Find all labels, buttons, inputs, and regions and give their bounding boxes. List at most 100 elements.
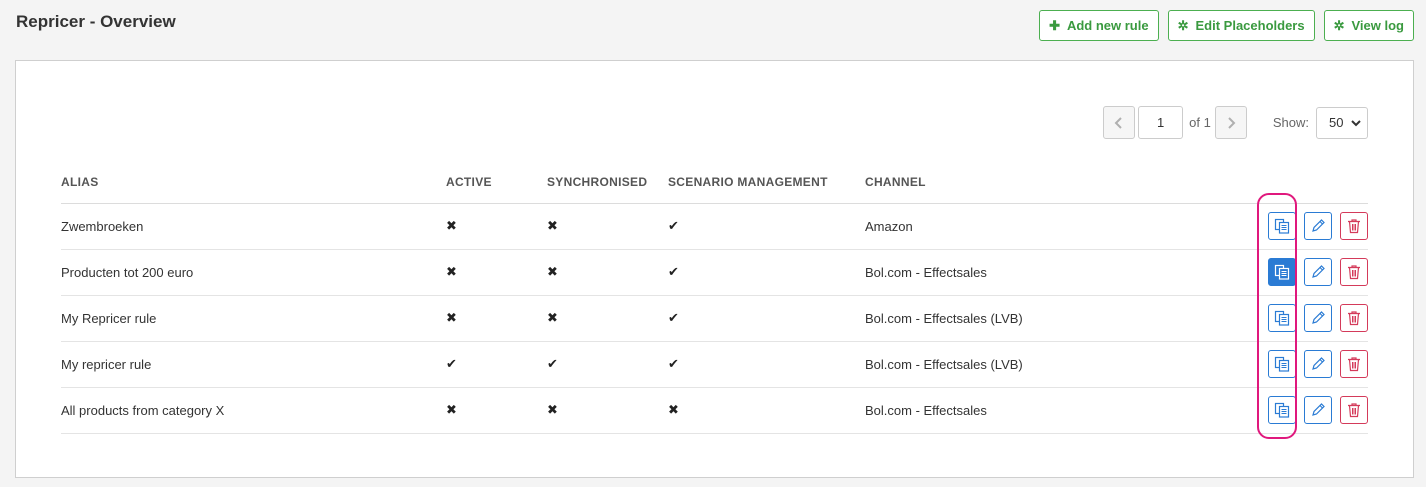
trash-icon	[1348, 403, 1360, 418]
active-cell: ✖	[446, 249, 547, 296]
channel-cell: Bol.com - Effectsales (LVB)	[865, 341, 1245, 388]
alias-cell: All products from category X	[61, 387, 446, 434]
column-header-synchronised[interactable]: SYNCHRONISED	[547, 161, 668, 204]
active-cell: ✖	[446, 295, 547, 342]
delete-rule-button[interactable]	[1340, 304, 1368, 332]
actions-cell	[1245, 387, 1368, 434]
row-actions	[1245, 350, 1368, 378]
pagination: of 1 Show: 50	[1103, 106, 1368, 139]
scenario-management-cell: ✔	[668, 341, 865, 388]
table-row: Zwembroeken ✖ ✖ ✔ Amazon	[61, 203, 1368, 250]
trash-icon	[1348, 265, 1360, 280]
scenario-management-cell: ✔	[668, 295, 865, 342]
prev-page-button[interactable]	[1103, 106, 1136, 139]
copy-icon	[1274, 218, 1290, 234]
synchronised-cell: ✔	[547, 341, 668, 388]
pencil-icon	[1312, 219, 1325, 232]
copy-rule-button[interactable]	[1268, 350, 1296, 378]
row-actions	[1245, 212, 1368, 240]
pencil-icon	[1312, 311, 1325, 324]
delete-rule-button[interactable]	[1340, 212, 1368, 240]
channel-cell: Amazon	[865, 203, 1245, 250]
synchronised-cell: ✖	[547, 203, 668, 250]
alias-cell: My repricer rule	[61, 341, 446, 388]
pencil-icon	[1312, 357, 1325, 370]
edit-rule-button[interactable]	[1304, 350, 1332, 378]
scenario-management-cell: ✖	[668, 387, 865, 434]
copy-rule-button[interactable]	[1268, 304, 1296, 332]
row-actions	[1245, 304, 1368, 332]
synchronised-cell: ✖	[547, 249, 668, 296]
view-log-button[interactable]: ✲ View log	[1323, 10, 1414, 41]
view-log-label: View log	[1351, 18, 1405, 33]
edit-rule-button[interactable]	[1304, 212, 1332, 240]
table-row: My repricer rule ✔ ✔ ✔ Bol.com - Effects…	[61, 341, 1368, 388]
actions-cell	[1245, 203, 1368, 250]
page-number-input[interactable]	[1138, 106, 1184, 139]
synchronised-cell: ✖	[547, 387, 668, 434]
page-title: Repricer - Overview	[16, 12, 176, 31]
add-new-rule-button[interactable]: ✚ Add new rule	[1039, 10, 1159, 41]
copy-icon	[1274, 264, 1290, 280]
show-label: Show:	[1272, 115, 1309, 130]
channel-cell: Bol.com - Effectsales (LVB)	[865, 295, 1245, 342]
actions-cell	[1245, 341, 1368, 388]
channel-cell: Bol.com - Effectsales	[865, 249, 1245, 296]
table-row: Producten tot 200 euro ✖ ✖ ✔ Bol.com - E…	[61, 249, 1368, 296]
edit-rule-button[interactable]	[1304, 396, 1332, 424]
gear-icon: ✲	[1333, 18, 1345, 33]
scenario-management-cell: ✔	[668, 249, 865, 296]
page-count-label: of 1	[1189, 115, 1211, 130]
actions-cell	[1245, 295, 1368, 342]
active-cell: ✖	[446, 387, 547, 434]
chevron-left-icon	[1114, 116, 1122, 129]
page-size-select[interactable]: 50	[1316, 106, 1368, 139]
delete-rule-button[interactable]	[1340, 258, 1368, 286]
copy-icon	[1274, 402, 1290, 418]
column-header-actions	[1245, 161, 1368, 204]
copy-icon	[1274, 310, 1290, 326]
active-cell: ✖	[446, 203, 547, 250]
page-size-value: 50	[1329, 115, 1344, 130]
copy-rule-button[interactable]	[1268, 258, 1296, 286]
table-row: All products from category X ✖ ✖ ✖ Bol.c…	[61, 387, 1368, 434]
copy-icon	[1274, 356, 1290, 372]
gear-icon: ✲	[1177, 18, 1189, 33]
column-header-channel[interactable]: CHANNEL	[865, 161, 1245, 204]
top-actions: ✚ Add new rule ✲ Edit Placeholders ✲ Vie…	[1039, 10, 1414, 41]
copy-rule-button[interactable]	[1268, 212, 1296, 240]
add-new-rule-label: Add new rule	[1066, 18, 1149, 33]
edit-rule-button[interactable]	[1304, 304, 1332, 332]
channel-cell: Bol.com - Effectsales	[865, 387, 1245, 434]
table-row: My Repricer rule ✖ ✖ ✔ Bol.com - Effects…	[61, 295, 1368, 342]
next-page-button[interactable]	[1214, 106, 1247, 139]
edit-placeholders-button[interactable]: ✲ Edit Placeholders	[1167, 10, 1315, 41]
rules-panel: of 1 Show: 50 ALIAS ACTIVE SYNCHRONISED …	[15, 60, 1414, 478]
alias-cell: Zwembroeken	[61, 203, 446, 250]
delete-rule-button[interactable]	[1340, 350, 1368, 378]
pencil-icon	[1312, 265, 1325, 278]
delete-rule-button[interactable]	[1340, 396, 1368, 424]
edit-rule-button[interactable]	[1304, 258, 1332, 286]
column-header-active[interactable]: ACTIVE	[446, 161, 547, 204]
copy-rule-button[interactable]	[1268, 396, 1296, 424]
plus-icon: ✚	[1049, 18, 1060, 33]
chevron-down-icon	[1351, 119, 1361, 126]
trash-icon	[1348, 219, 1360, 234]
actions-cell	[1245, 249, 1368, 296]
pencil-icon	[1312, 403, 1325, 416]
scenario-management-cell: ✔	[668, 203, 865, 250]
alias-cell: My Repricer rule	[61, 295, 446, 342]
row-actions	[1245, 258, 1368, 286]
column-header-scenario-management[interactable]: SCENARIO MANAGEMENT	[668, 161, 865, 204]
edit-placeholders-label: Edit Placeholders	[1195, 18, 1305, 33]
active-cell: ✔	[446, 341, 547, 388]
trash-icon	[1348, 311, 1360, 326]
table-header-row: ALIAS ACTIVE SYNCHRONISED SCENARIO MANAG…	[61, 161, 1368, 204]
rules-table: ALIAS ACTIVE SYNCHRONISED SCENARIO MANAG…	[61, 161, 1368, 434]
row-actions	[1245, 396, 1368, 424]
column-header-alias[interactable]: ALIAS	[61, 161, 446, 204]
alias-cell: Producten tot 200 euro	[61, 249, 446, 296]
synchronised-cell: ✖	[547, 295, 668, 342]
trash-icon	[1348, 357, 1360, 372]
